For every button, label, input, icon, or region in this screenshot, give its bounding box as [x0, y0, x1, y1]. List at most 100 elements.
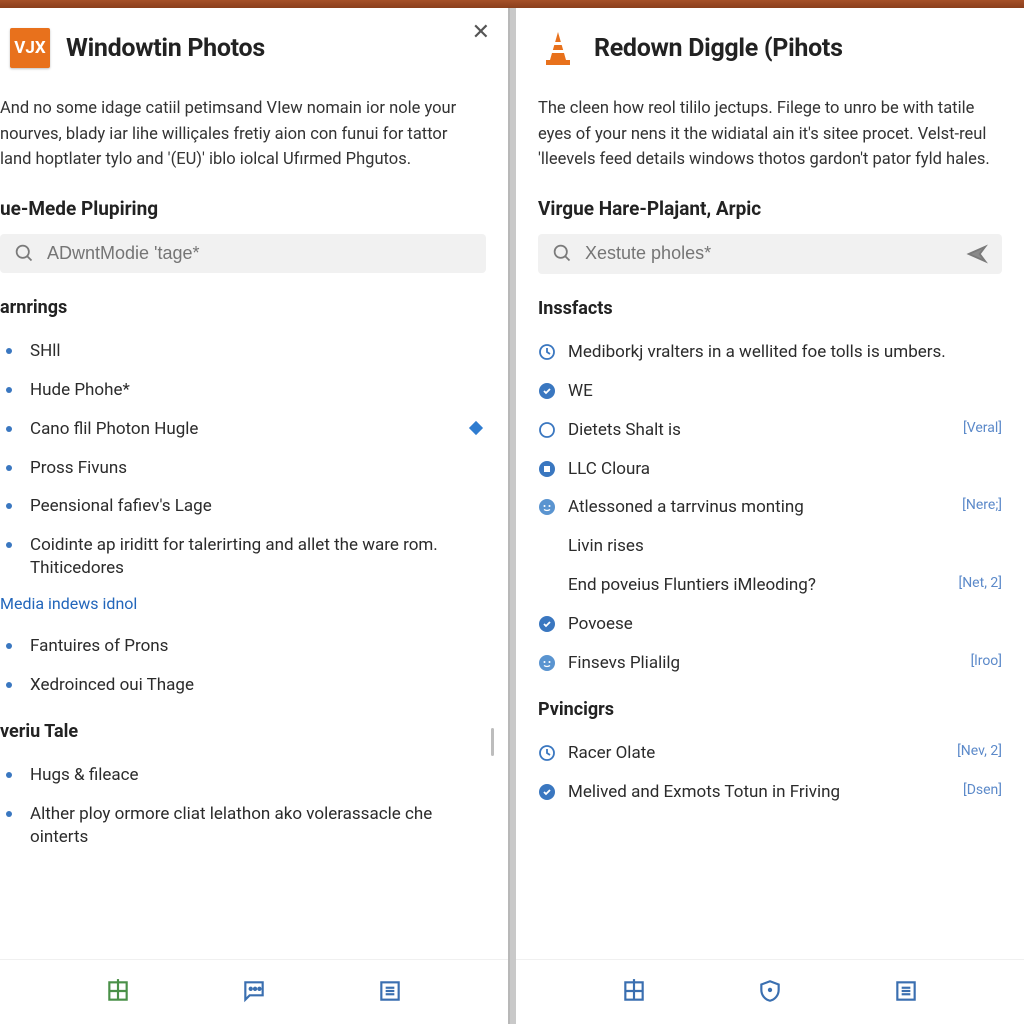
item-label: Hugs & fileace — [30, 764, 486, 787]
list-item[interactable]: Povoese — [538, 605, 1002, 644]
right-section1-title: Inssfacts — [538, 298, 1002, 319]
chat-icon[interactable] — [241, 978, 267, 1004]
dot-icon — [0, 637, 18, 655]
left-panel: VJX Windowtin Photos ✕ And no some idage… — [0, 8, 510, 1024]
left-section2-title: veriu Tale — [0, 721, 486, 742]
dot-icon — [0, 676, 18, 694]
right-title: Redown Diggle (Pihots — [594, 34, 843, 63]
left-search-input[interactable] — [47, 243, 472, 264]
item-badge: [Veral] — [963, 419, 1002, 438]
app-logo-square: VJX — [10, 28, 50, 68]
left-header: VJX Windowtin Photos ✕ — [0, 8, 508, 78]
item-label: Atlessoned a tarrvinus monting — [568, 496, 954, 519]
item-label: Alther ploy ormore cliat lelathon ako vo… — [30, 803, 486, 849]
item-label: SHll — [30, 340, 486, 363]
media-link[interactable]: Media indews idnol — [0, 594, 486, 613]
face-icon — [538, 654, 556, 672]
circle-icon — [538, 421, 556, 439]
solid-icon — [538, 615, 556, 633]
right-header: Redown Diggle (Pihots — [516, 8, 1024, 78]
list-item[interactable]: Atlessoned a tarrvinus monting [Nere;] — [538, 488, 1002, 527]
clock-icon — [538, 343, 556, 361]
left-title: Windowtin Photos — [66, 34, 265, 63]
item-badge: [Dsen] — [963, 781, 1002, 800]
item-label: Dietets Shalt is — [568, 419, 955, 442]
list-item[interactable]: Melived and Exmots Totun in Friving [Dsen… — [538, 773, 1002, 812]
list-item[interactable]: Hugs & fileace — [0, 756, 486, 795]
list-item[interactable]: Finsevs Plialilg [lroo] — [538, 644, 1002, 683]
list-icon[interactable] — [377, 978, 403, 1004]
list-item[interactable]: Coidinte ap iriditt for talerirting and … — [0, 526, 486, 588]
dot-icon — [0, 536, 18, 554]
right-section2-title: Pvincigrs — [538, 699, 1002, 720]
grid-icon[interactable] — [621, 978, 647, 1004]
dot-icon — [0, 497, 18, 515]
left-bottombar — [0, 959, 508, 1024]
clock-icon — [538, 744, 556, 762]
right-panel: Redown Diggle (Pihots The cleen how reol… — [516, 8, 1024, 1024]
list-item[interactable]: Racer Olate[Nev, 2] — [538, 734, 1002, 773]
dot-icon — [0, 459, 18, 477]
list-item[interactable]: SHll — [0, 332, 486, 371]
item-label: LLC Cloura — [568, 458, 1002, 481]
list-item[interactable]: Pross Fivuns — [0, 449, 486, 488]
item-label: Melived and Exmots Totun in Friving — [568, 781, 955, 804]
list-icon[interactable] — [893, 978, 919, 1004]
item-label: End poveius Fluntiers iMleoding? — [568, 574, 950, 597]
solid-icon — [538, 382, 556, 400]
item-badge: [lroo] — [971, 652, 1002, 671]
shield-icon[interactable] — [757, 978, 783, 1004]
list-item[interactable]: Mediborkj vralters in a wellited foe tol… — [538, 333, 1002, 372]
item-label: Fantuires of Prons — [30, 635, 486, 658]
item-label: Xedroinced oui Thage — [30, 674, 486, 697]
solid-icon — [538, 783, 556, 801]
list-item[interactable]: LLC Cloura — [538, 450, 1002, 489]
list-item[interactable]: Xedroinced oui Thage — [0, 666, 486, 705]
solid2-icon — [538, 460, 556, 478]
diamond-icon — [466, 418, 486, 438]
item-label: Peensional fafiev's Lage — [30, 495, 486, 518]
item-badge: [Net, 2] — [958, 574, 1002, 593]
item-label: Pross Fivuns — [30, 457, 486, 480]
search-icon — [14, 243, 35, 264]
item-label: Livin rises — [568, 535, 1002, 558]
scroll-thumb[interactable] — [491, 728, 494, 756]
list-item[interactable]: Alther ploy ormore cliat lelathon ako vo… — [0, 795, 486, 857]
right-subhead: Virgue Hare-Plajant, Arpic — [538, 197, 1002, 220]
item-label: Finsevs Plialilg — [568, 652, 963, 675]
cone-icon — [538, 28, 578, 68]
close-icon[interactable]: ✕ — [472, 20, 490, 45]
list-item[interactable]: WE — [538, 372, 1002, 411]
search-icon — [552, 243, 573, 264]
right-description: The cleen how reol tililo jectups. Fileg… — [538, 96, 1002, 173]
left-description: And no some idage catiil petimsand VIew … — [0, 96, 486, 173]
grid-icon[interactable] — [105, 978, 131, 1004]
item-badge: [Nere;] — [962, 496, 1002, 515]
left-section1-title: arnrings — [0, 297, 486, 318]
right-search-box[interactable] — [538, 234, 1002, 274]
right-bottombar — [516, 959, 1024, 1024]
list-item[interactable]: Cano flil Photon Hugle — [0, 410, 486, 449]
dot-icon — [0, 381, 18, 399]
dot-icon — [0, 766, 18, 784]
item-label: Mediborkj vralters in a wellited foe tol… — [568, 341, 1002, 364]
left-subhead: ue-Mede Plupiring — [0, 197, 486, 220]
dot-icon — [0, 420, 18, 438]
item-badge: [Nev, 2] — [957, 742, 1002, 761]
right-search-input[interactable] — [585, 243, 966, 264]
item-label: Cano flil Photon Hugle — [30, 418, 466, 441]
list-item[interactable]: Dietets Shalt is [Veral] — [538, 411, 1002, 450]
list-item[interactable]: Fantuires of Prons — [0, 627, 486, 666]
face-icon — [538, 498, 556, 516]
send-icon[interactable] — [966, 243, 988, 265]
dot-icon — [0, 342, 18, 360]
dot-icon — [0, 805, 18, 823]
list-item[interactable]: Livin rises — [538, 527, 1002, 566]
left-search-box[interactable] — [0, 234, 486, 273]
list-item[interactable]: End poveius Fluntiers iMleoding? [Net, 2] — [538, 566, 1002, 605]
item-label: WE — [568, 380, 1002, 403]
list-item[interactable]: Peensional fafiev's Lage — [0, 487, 486, 526]
item-label: Povoese — [568, 613, 1002, 636]
list-item[interactable]: Hude Phohe* — [0, 371, 486, 410]
item-label: Hude Phohe* — [30, 379, 486, 402]
